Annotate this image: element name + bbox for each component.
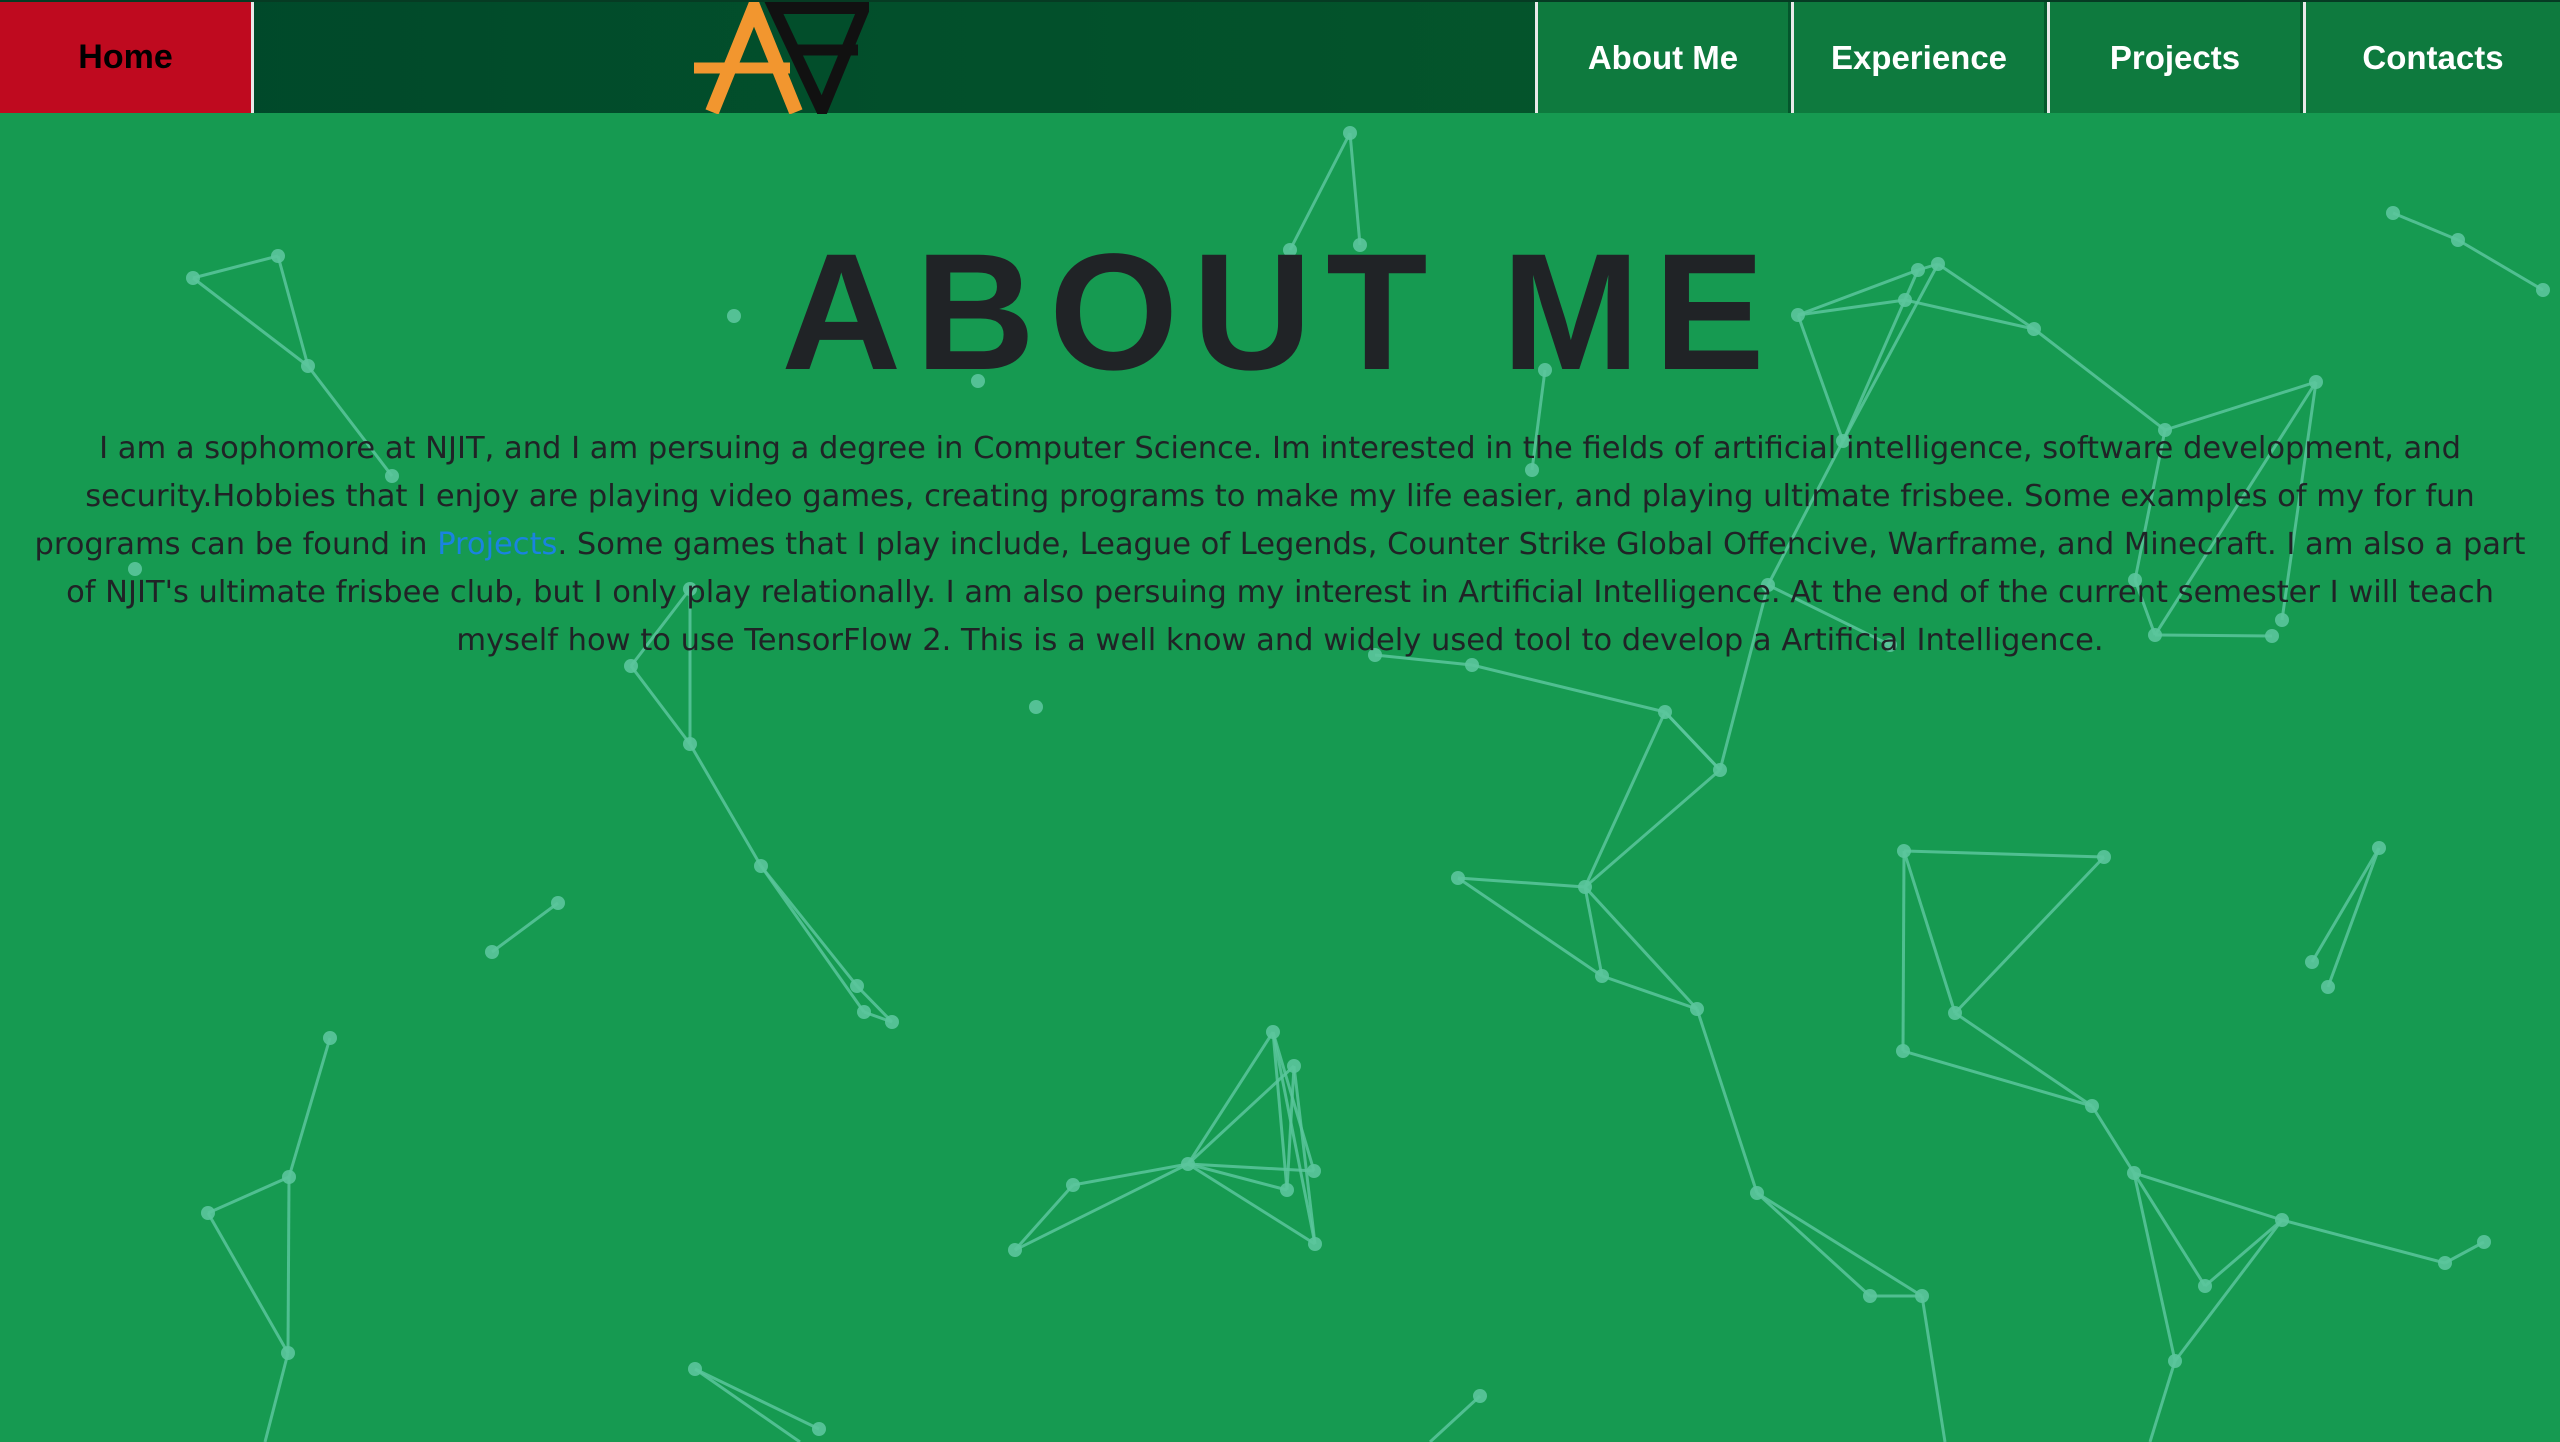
nav-projects-label: Projects	[2109, 38, 2241, 76]
projects-link[interactable]: Projects	[437, 527, 557, 562]
nav-about-me-button[interactable]: About Me	[1535, 2, 1788, 113]
nav-experience-label: Experience	[1830, 38, 2008, 76]
about-section: ABOUT ME I am a sophomore at NJIT, and I…	[0, 113, 2560, 665]
nav-home-button[interactable]: Home	[0, 2, 254, 113]
about-paragraph: I am a sophomore at NJIT, and I am persu…	[15, 425, 2545, 665]
nav-contacts-label: Contacts	[2362, 38, 2504, 76]
top-navbar: Home About Me Experience Projects Contac…	[0, 0, 2560, 114]
nav-contacts-button[interactable]: Contacts	[2303, 2, 2560, 113]
nav-projects-button[interactable]: Projects	[2047, 2, 2300, 113]
nav-home-label: Home	[78, 38, 173, 76]
page-title: ABOUT ME	[781, 220, 1779, 405]
aa-monogram-logo-icon[interactable]	[694, 2, 869, 114]
nav-experience-button[interactable]: Experience	[1791, 2, 2044, 113]
nav-about-me-label: About Me	[1587, 38, 1739, 76]
